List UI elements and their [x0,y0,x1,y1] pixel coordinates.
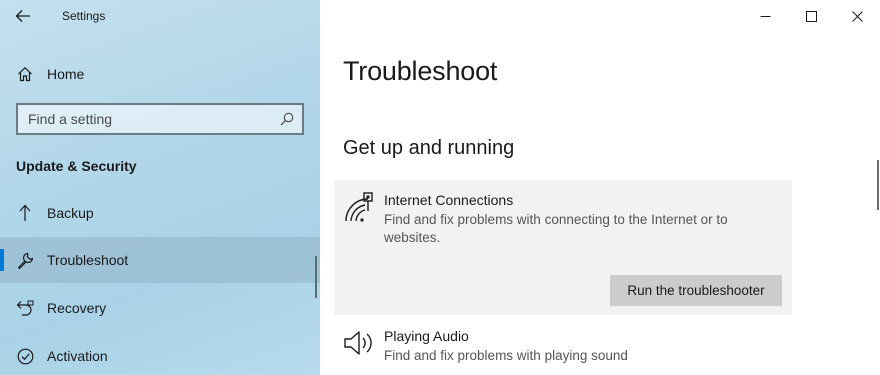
close-button[interactable] [834,0,880,32]
back-button[interactable] [8,4,38,28]
home-icon [16,65,34,83]
speaker-icon [342,326,376,360]
sidebar: Settings Home Update & Security Backup [0,0,320,375]
troubleshooter-title: Internet Connections [384,192,514,208]
run-troubleshooter-button[interactable]: Run the troubleshooter [610,275,782,306]
troubleshooter-description: Find and fix problems with playing sound [384,348,628,363]
sidebar-item-label: Backup [47,205,94,221]
main-scrollbar[interactable] [877,160,879,210]
page-title: Troubleshoot [343,56,498,86]
network-wifi-icon [342,190,376,224]
troubleshooter-title: Playing Audio [384,328,469,344]
main-content: Troubleshoot Get up and running Internet… [320,0,880,375]
sidebar-item-activation[interactable]: Activation [0,333,320,375]
sidebar-item-label: Recovery [47,300,107,316]
minimize-icon [760,15,770,17]
sidebar-item-label: Troubleshoot [47,252,129,268]
maximize-icon [805,10,817,22]
activation-check-icon [16,347,34,365]
sidebar-item-home[interactable]: Home [0,56,320,92]
sidebar-scrollbar[interactable] [315,256,317,298]
sidebar-item-backup[interactable]: Backup [0,190,320,236]
close-icon [851,10,863,22]
active-indicator [0,249,4,271]
group-header: Get up and running [343,137,515,159]
backup-arrow-icon [16,204,34,222]
sidebar-item-label: Activation [47,348,108,364]
sidebar-item-troubleshoot[interactable]: Troubleshoot [0,237,320,283]
troubleshooter-description: Find and fix problems with connecting to… [384,212,728,245]
search-icon[interactable] [280,112,294,126]
sidebar-item-label: Home [47,66,85,82]
back-arrow-icon [15,10,30,22]
section-header: Update & Security [16,158,137,174]
recovery-icon [16,299,34,317]
app-title: Settings [62,9,106,23]
titlebar: Settings [0,0,320,34]
troubleshooter-playing-audio[interactable]: Playing Audio Find and fix problems with… [334,320,792,370]
troubleshooter-internet-connections[interactable]: Internet Connections Find and fix proble… [334,180,792,315]
maximize-button[interactable] [788,0,834,32]
minimize-button[interactable] [742,0,788,32]
search-input[interactable] [18,105,268,133]
sidebar-item-recovery[interactable]: Recovery [0,285,320,331]
search-box[interactable] [16,103,304,135]
wrench-icon [16,251,34,269]
